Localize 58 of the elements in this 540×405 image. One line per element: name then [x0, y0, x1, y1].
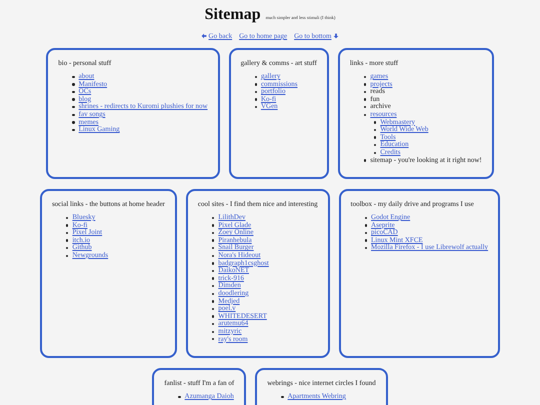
bullet-icon: [364, 232, 368, 234]
bullet-icon: [254, 76, 257, 78]
bullet-icon: [364, 216, 368, 219]
bullet-icon: [364, 224, 368, 227]
bullet-icon: [364, 90, 366, 94]
bullet-icon: [364, 83, 366, 86]
bullet-icon: [66, 232, 68, 234]
bullet-icon: [212, 224, 214, 227]
bullet-icon: [374, 152, 376, 154]
bullet-icon: [212, 300, 214, 303]
bullet-icon: [66, 216, 68, 219]
bullet-icon: [72, 76, 75, 78]
bullet-icon: [254, 98, 257, 101]
bullet-icon: [212, 262, 214, 265]
bullet-icon: [72, 90, 75, 94]
bullet-icon: [72, 121, 75, 124]
bullet-icon: [66, 224, 68, 227]
bullet-icon: [364, 106, 366, 108]
bullet-icon: [212, 239, 214, 242]
bullet-icon: [178, 396, 181, 398]
bullet-icon: [212, 270, 214, 272]
bullet-icon: [364, 246, 368, 250]
bullet-icon: [212, 284, 214, 288]
bullet-icon: [212, 322, 214, 326]
arrow-down-icon: [333, 33, 340, 39]
bullet-icon: [364, 114, 366, 116]
bullet-icon: [364, 76, 366, 78]
bullet-icon: [374, 136, 376, 139]
page-title: Sitemap: [204, 6, 261, 24]
bullet-icon: [72, 114, 75, 116]
bullet-icon: [72, 83, 75, 86]
bullet-icon: [374, 128, 376, 132]
bullet-icon: [364, 159, 366, 162]
bullet-icon: [72, 98, 75, 101]
bullet-icon: [374, 121, 376, 124]
bullet-icon: [254, 106, 257, 108]
bullet-icon: [212, 232, 214, 234]
arrow-left-icon: [200, 33, 207, 39]
bullet-icon: [72, 128, 75, 132]
bullet-icon: [254, 90, 257, 94]
bullet-icon: [212, 246, 214, 250]
bullet-icon: [212, 277, 214, 280]
bullet-icon: [281, 396, 284, 398]
bullet-icon: [364, 239, 368, 242]
bullet-icon: [212, 254, 214, 257]
bullet-icon: [364, 98, 366, 101]
bullet-icon: [66, 254, 68, 257]
bullet-icon: [212, 292, 214, 295]
bullet-icon: [254, 83, 257, 86]
bullet-icon: [212, 216, 214, 219]
bullet-icon: [212, 330, 214, 333]
bullet-icon: [212, 308, 214, 310]
bullet-icon: [212, 315, 214, 318]
bullet-icon: [66, 239, 68, 242]
bullet-icon: [212, 338, 214, 340]
bullet-icon: [374, 144, 376, 146]
bullet-icon: [72, 106, 75, 108]
bullet-icon: [66, 246, 68, 250]
